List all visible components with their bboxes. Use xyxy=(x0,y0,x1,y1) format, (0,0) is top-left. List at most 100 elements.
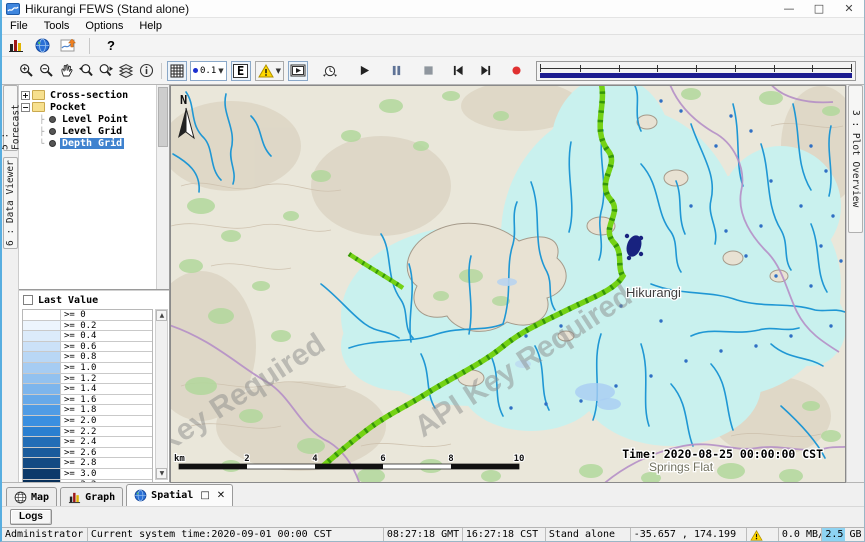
spatial-display-button[interactable] xyxy=(32,36,52,56)
contour-value: 0.1 xyxy=(200,66,216,76)
time-slider[interactable] xyxy=(536,61,856,81)
tab-data-viewer-label: 6 : Data Viewer xyxy=(5,160,16,246)
tab-plot-overview[interactable]: 3 : Plot Overview xyxy=(848,85,863,233)
legend-swatch xyxy=(23,342,61,352)
menu-bar: File Tools Options Help xyxy=(2,18,864,35)
legend-row[interactable]: >= 2.4 xyxy=(23,437,152,448)
menu-tools[interactable]: Tools xyxy=(44,20,70,32)
tab-spatial[interactable]: Spatial □ ✕ xyxy=(126,484,233,506)
tree-node-pocket[interactable]: − Pocket xyxy=(21,101,155,113)
legend-row[interactable]: >= 1.6 xyxy=(23,395,152,406)
tree-node-cross-section[interactable]: + Cross-section xyxy=(21,89,155,101)
legend-row[interactable]: >= 1.0 xyxy=(23,363,152,374)
status-system-time: Current system time:2020-09-01 00:00 CST xyxy=(87,528,383,542)
menu-options[interactable]: Options xyxy=(85,20,123,32)
legend-row[interactable]: >= 2.6 xyxy=(23,448,152,459)
step-last-button[interactable] xyxy=(476,61,496,81)
warning-dropdown[interactable]: ▼ xyxy=(255,61,284,81)
map-canvas: API Key Required API Key Required Hikura… xyxy=(171,86,846,483)
folder-icon xyxy=(32,102,45,112)
map-view[interactable]: API Key Required API Key Required Hikura… xyxy=(170,85,846,483)
legend-row[interactable]: >= 2.8 xyxy=(23,458,152,469)
tab-forecast[interactable]: 5 : Forecast xyxy=(3,85,18,151)
legend-row[interactable]: >= 2.0 xyxy=(23,416,152,427)
legend-row[interactable]: >= 3.0 xyxy=(23,469,152,480)
tree-node-level-grid[interactable]: ├ Level Grid xyxy=(21,125,155,137)
area-label: Springs Flat xyxy=(649,460,714,474)
tab-data-viewer[interactable]: 6 : Data Viewer xyxy=(3,157,18,249)
timeseries-dialog-button[interactable] xyxy=(58,36,78,56)
legend-label: >= 0.2 xyxy=(61,321,152,331)
grid-display-button[interactable] xyxy=(167,61,187,81)
tree-scrollbar-thumb[interactable] xyxy=(158,87,168,147)
scroll-up-icon[interactable]: ▲ xyxy=(156,310,167,321)
zoom-previous-button[interactable] xyxy=(76,61,96,81)
last-value-checkbox-row[interactable]: Last Value xyxy=(19,291,169,307)
close-button[interactable]: ✕ xyxy=(834,0,864,18)
legend-row[interactable]: >= 0.2 xyxy=(23,321,152,332)
legend-label: >= 0 xyxy=(61,310,152,320)
legend-row[interactable]: >= 1.8 xyxy=(23,405,152,416)
time-slider-bar[interactable] xyxy=(540,73,852,78)
tree-node-level-point[interactable]: ├ Level Point xyxy=(21,113,155,125)
legend-swatch xyxy=(23,437,61,447)
legend-row[interactable]: >= 0.8 xyxy=(23,352,152,363)
database-display-button[interactable] xyxy=(6,36,26,56)
zoom-in-button[interactable] xyxy=(16,61,36,81)
pause-button[interactable] xyxy=(386,61,406,81)
layer-tree: + Cross-section − Pocket ├ Level Point xyxy=(19,85,169,290)
legend-scrollbar[interactable]: ▲ ▼ xyxy=(155,309,168,480)
tab-graph[interactable]: Graph xyxy=(60,487,123,506)
status-local-time: 16:27:18 CST xyxy=(462,528,545,542)
help-button[interactable]: ? xyxy=(101,36,121,56)
menu-file[interactable]: File xyxy=(10,20,28,32)
app-window: Hikurangi FEWS (Stand alone) — □ ✕ File … xyxy=(0,0,865,542)
maximize-button[interactable]: □ xyxy=(804,0,834,18)
map-toolbar: 0.1 ▼ E ▼ xyxy=(2,57,864,85)
legend-row[interactable]: >= 0 xyxy=(23,310,152,321)
movie-export-button[interactable] xyxy=(288,61,308,81)
layers-button[interactable] xyxy=(116,61,136,81)
zoom-next-button[interactable] xyxy=(96,61,116,81)
legend-row[interactable]: >= 2.2 xyxy=(23,427,152,438)
legend-row[interactable]: >= 0.6 xyxy=(23,342,152,353)
legend-label: >= 0.4 xyxy=(61,331,152,341)
tab-map[interactable]: Map xyxy=(6,487,57,506)
legend-swatch xyxy=(23,395,61,405)
legend-row[interactable]: >= 1.4 xyxy=(23,384,152,395)
toolbar-separator xyxy=(161,63,162,79)
scale-tick: 8 xyxy=(449,454,454,464)
stop-button[interactable] xyxy=(418,61,438,81)
status-warning-cell[interactable] xyxy=(746,528,778,542)
info-button[interactable] xyxy=(136,61,156,81)
zoom-out-button[interactable] xyxy=(36,61,56,81)
legend-swatch xyxy=(23,469,61,479)
record-button[interactable] xyxy=(506,61,526,81)
tree-node-depth-grid[interactable]: └ Depth Grid xyxy=(21,137,155,149)
minimize-button[interactable]: — xyxy=(774,0,804,18)
tree-label: Pocket xyxy=(48,102,88,113)
pan-button[interactable] xyxy=(56,61,76,81)
step-first-button[interactable] xyxy=(448,61,468,81)
tree-scrollbar[interactable] xyxy=(156,85,169,289)
play-button[interactable] xyxy=(354,61,374,81)
legend-row[interactable]: >= 1.2 xyxy=(23,374,152,385)
logs-button[interactable]: Logs xyxy=(10,509,52,525)
legend-row[interactable]: >= 0.4 xyxy=(23,331,152,342)
last-value-checkbox[interactable] xyxy=(23,295,33,305)
layer-bullet-icon xyxy=(49,140,56,147)
scale-tick: 10 xyxy=(514,454,525,464)
tab-maximize-icon[interactable]: □ xyxy=(200,490,209,501)
right-tab-strip: 3 : Plot Overview xyxy=(846,85,864,482)
logs-row: Logs xyxy=(2,507,864,528)
collapse-minus-icon[interactable]: − xyxy=(21,103,30,112)
menu-help[interactable]: Help xyxy=(139,20,162,32)
classification-button[interactable]: E xyxy=(231,61,251,81)
animation-settings-button[interactable] xyxy=(320,61,340,81)
expand-plus-icon[interactable]: + xyxy=(21,91,30,100)
scroll-down-icon[interactable]: ▼ xyxy=(156,468,167,479)
contour-interval-dropdown[interactable]: 0.1 ▼ xyxy=(190,61,227,81)
tab-close-icon[interactable]: ✕ xyxy=(217,490,225,501)
legend-swatch xyxy=(23,427,61,437)
legend-row[interactable]: >= 3.2 xyxy=(23,480,152,483)
